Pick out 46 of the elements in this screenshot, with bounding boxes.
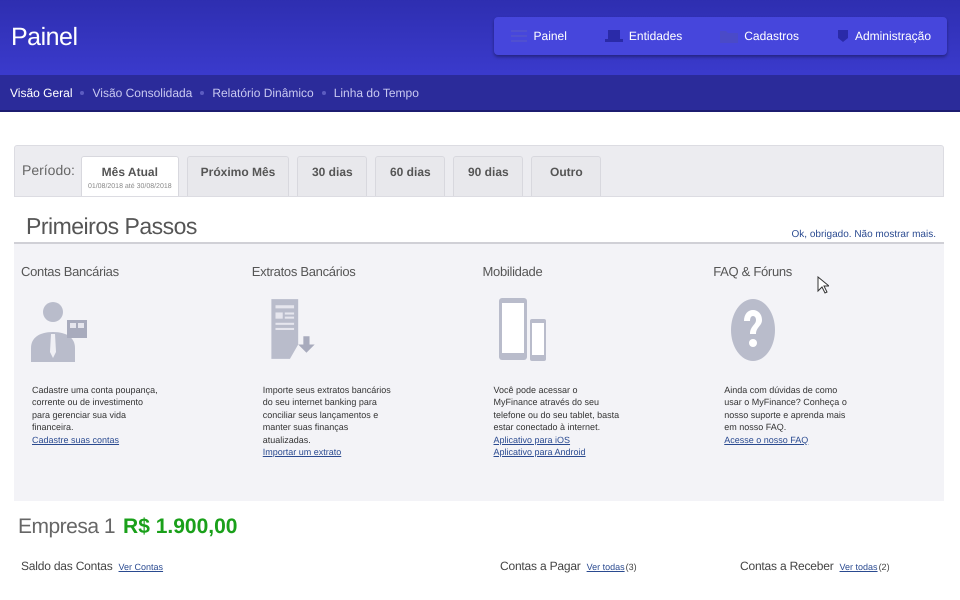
item-count: (3) bbox=[626, 562, 637, 572]
menu-item[interactable]: Painel bbox=[502, 28, 575, 42]
separator-dot bbox=[322, 90, 326, 94]
card-link[interactable]: Importar um extrato bbox=[262, 446, 342, 458]
separator-dot bbox=[200, 90, 204, 94]
subnav-tab[interactable]: Linha do Tempo bbox=[334, 86, 419, 100]
card-description: Importe seus extratos bancários do seu internet banking para conciliar seus lançamentos e manter suas finanças atualizadas. bbox=[262, 384, 392, 446]
section-title: Primeiros Passos bbox=[26, 213, 197, 240]
card-description: Cadastre uma conta poupança, corrente ou de investimento para gerenciar sua vida financeira. bbox=[32, 384, 159, 434]
company-balance: R$ 1.900,00 bbox=[123, 515, 238, 539]
card-title: Extratos Bancários bbox=[252, 264, 356, 279]
dismiss-link[interactable]: Ok, obrigado. Não mostrar mais. bbox=[792, 229, 936, 240]
subnav-tab[interactable]: Visão Geral bbox=[10, 86, 72, 100]
laptop-icon bbox=[604, 28, 623, 42]
view-link[interactable]: Ver todas bbox=[586, 562, 625, 572]
card-title: FAQ & Fóruns bbox=[713, 264, 794, 279]
card-link[interactable]: Cadastre suas contas bbox=[32, 434, 120, 446]
card-title: Mobilidade bbox=[482, 264, 544, 279]
company-name: Empresa 1 bbox=[18, 515, 116, 539]
menu-item[interactable]: Entidades bbox=[596, 28, 690, 42]
item-count: (2) bbox=[878, 562, 890, 572]
section-heading: Saldo das Contas bbox=[21, 559, 113, 573]
period-tab[interactable]: 30 dias bbox=[297, 156, 368, 196]
card-title: Contas Bancárias bbox=[21, 264, 120, 279]
page-title: Painel bbox=[11, 23, 78, 52]
separator-dot bbox=[80, 90, 84, 94]
card-description: Você pode acessar o MyFinance através do seu telefone ou do seu tablet, basta estar conectado à internet. bbox=[494, 384, 620, 434]
section-heading: Contas a Pagar bbox=[500, 559, 581, 573]
period-tab[interactable]: Próximo Mês bbox=[186, 156, 290, 196]
menu-item[interactable]: Cadastros bbox=[712, 28, 807, 42]
shield-icon bbox=[836, 28, 849, 42]
card-link[interactable]: Aplicativo para iOS bbox=[494, 434, 570, 446]
period-tab[interactable]: Outro bbox=[531, 156, 602, 196]
mouse-cursor-icon bbox=[817, 276, 829, 294]
view-link[interactable]: Ver todas bbox=[840, 562, 878, 572]
subnav-tab[interactable]: Relatório Dinâmico bbox=[212, 86, 314, 100]
view-link[interactable]: Ver Contas bbox=[118, 562, 164, 572]
subnav-tab[interactable]: Visão Consolidada bbox=[92, 86, 192, 100]
period-label: Período: bbox=[22, 162, 75, 178]
period-tab[interactable]: 90 dias bbox=[453, 156, 524, 196]
menu-item[interactable]: Administração bbox=[828, 28, 939, 42]
section-heading: Contas a Receber bbox=[740, 559, 834, 573]
period-tab[interactable]: 60 dias bbox=[375, 156, 446, 196]
card-description: Ainda com dúvidas de como usar o MyFinance? Conheça o nosso suporte e aprenda mais em nosso FAQ. bbox=[724, 384, 848, 434]
card-link[interactable]: Acesse o nosso FAQ bbox=[724, 434, 808, 446]
card-link[interactable]: Aplicativo para Android bbox=[494, 446, 586, 458]
